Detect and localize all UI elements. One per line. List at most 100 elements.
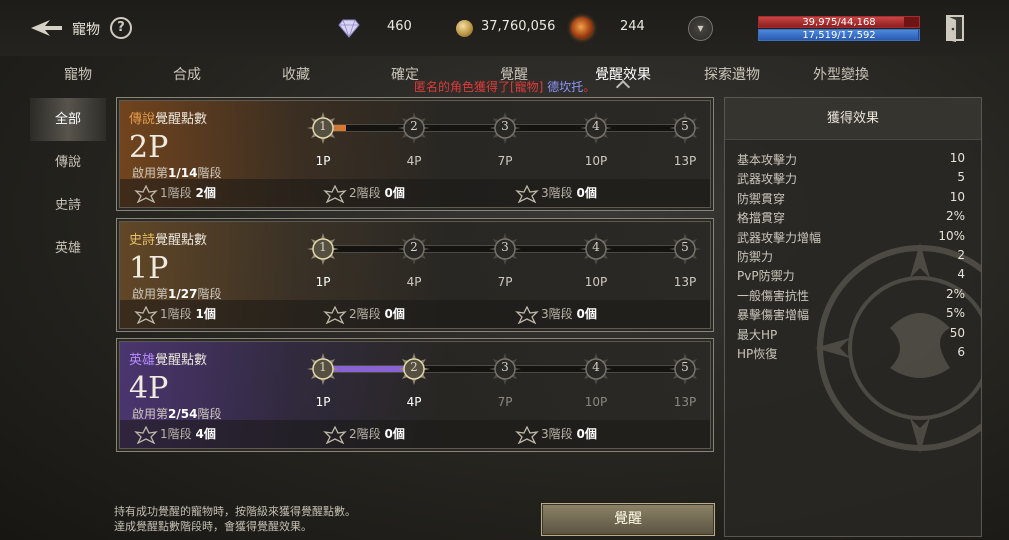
awaken-crest-icon [323, 184, 347, 203]
tier-label: 3階段 [541, 307, 573, 321]
stage-node-number: 2 [410, 119, 418, 133]
tier-count: 0個 [576, 186, 597, 200]
effect-value: 10 [949, 151, 965, 165]
card-title-text: 覺醒點數 [155, 112, 208, 127]
awaken-progress: 1 1P 2 4P 3 7P 4 10P 5 13P [303, 233, 703, 293]
stage-node-number: 1 [319, 119, 327, 133]
tier-count-3: 3階段 0個 [515, 184, 597, 203]
filter-epic[interactable]: 史詩 [30, 184, 106, 227]
tab-appearance[interactable]: 外型變換 [813, 64, 869, 84]
effect-value: 5 [957, 170, 965, 185]
stage-point-label: 1P [315, 154, 331, 168]
filter-all[interactable]: 全部 [30, 98, 106, 141]
orb-count: 244 [620, 19, 645, 34]
tier-row: 1階段 1個 2階段 0個 3階段 0個 [120, 300, 710, 328]
stage-value: 1/14 [168, 166, 198, 180]
tab-explore-relic[interactable]: 探索遺物 [704, 64, 760, 84]
awaken-progress: 1 1P 2 4P 3 7P 4 10P 5 13P [303, 112, 703, 172]
tier-count: 0個 [576, 427, 597, 441]
help-note-line1: 持有成功覺醒的寵物時，按階級來獲得覺醒點數。 [114, 505, 356, 518]
awaken-progress: 1 1P 2 4P 3 7P 4 10P 5 13P [303, 353, 703, 413]
effect-row: 防禦力 2 [737, 248, 965, 265]
notice-text: 匿名的角色獲得了[寵物] [414, 80, 544, 94]
tier-count-3: 3階段 0個 [515, 305, 597, 324]
gold-count: 37,760,056 [481, 19, 556, 34]
effect-row: 基本攻擊力 10 [737, 151, 965, 168]
awaken-crest-icon [134, 305, 158, 324]
page-title: 寵物 [72, 22, 100, 38]
stage-node: 1 [307, 112, 339, 144]
diamond-icon [338, 19, 360, 38]
tier-count: 4個 [195, 427, 216, 441]
effect-value: 2 [957, 248, 965, 262]
back-button[interactable] [28, 14, 64, 42]
stage-node-number: 4 [592, 360, 600, 374]
stage-point-label: 10P [584, 395, 608, 409]
effect-row: 防禦貫穿 10 [737, 190, 965, 207]
tier-count: 0個 [576, 307, 597, 321]
stage-node: 4 [580, 233, 612, 265]
card-points: 2P [129, 130, 169, 165]
tab-collection[interactable]: 收藏 [282, 64, 310, 84]
tier-count: 0個 [384, 307, 405, 321]
stage-value: 1/27 [168, 287, 198, 301]
stage-node-number: 5 [681, 119, 689, 133]
stage-prefix: 啟用第 [132, 166, 169, 180]
awaken-button[interactable]: 覺醒 [541, 503, 715, 536]
tier-label: 2階段 [349, 307, 381, 321]
stage-prefix: 啟用第 [132, 287, 169, 301]
tier-count-2: 2階段 0個 [323, 425, 405, 444]
tier-count-3: 3階段 0個 [515, 425, 597, 444]
effect-row: 格擋貫穿 2% [737, 209, 965, 226]
effect-name: 基本攻擊力 [737, 153, 798, 167]
tier-row: 1階段 4個 2階段 0個 3階段 0個 [120, 420, 710, 448]
filter-legend[interactable]: 傳說 [30, 141, 106, 184]
stage-point-label: 1P [315, 275, 331, 289]
stage-suffix: 階段 [197, 287, 222, 301]
card-title-text: 覺醒點數 [155, 353, 208, 368]
stage-point-label: 4P [406, 275, 422, 289]
stage-node: 4 [580, 112, 612, 144]
effect-name: 一般傷害抗性 [737, 288, 810, 303]
hp-bar: 39,975/44,168 [758, 16, 920, 28]
tier-count-1: 1階段 1個 [134, 305, 216, 324]
top-bar: 寵物 ? 460 37,760,056 244 ▾ 39,975/44,168 … [0, 0, 1009, 56]
legend-awaken-card: 傳說覺醒點數 2P 啟用第1/14階段 1 1P 2 4P 3 7P 4 10P 5 13P 1階… [116, 97, 714, 211]
tier-label: 2階段 [349, 186, 381, 200]
effect-value: 6 [957, 345, 965, 359]
effect-name: 武器攻擊力 [737, 172, 798, 187]
card-points: 4P [129, 371, 169, 406]
stage-node-number: 3 [501, 119, 509, 133]
tier-count-2: 2階段 0個 [323, 184, 405, 203]
stage-node: 5 [669, 353, 701, 385]
help-button[interactable]: ? [110, 17, 132, 39]
awaken-crest-icon [515, 305, 539, 324]
stage-node: 3 [489, 233, 521, 265]
hp-text: 39,975/44,168 [802, 17, 876, 28]
grade-filter: 全部 傳說 史詩 英雄 [30, 98, 106, 270]
card-grade: 傳說 [129, 112, 156, 127]
stage-node: 2 [398, 233, 430, 265]
stage-node: 4 [580, 353, 612, 385]
tab-pet[interactable]: 寵物 [64, 64, 92, 84]
help-note-line2: 達成覺醒點數階段時，會獲得覺醒效果。 [114, 520, 312, 533]
effect-value: 10 [949, 189, 965, 204]
tier-label: 3階段 [541, 186, 573, 200]
tier-label: 2階段 [349, 427, 381, 441]
awaken-crest-icon [515, 184, 539, 203]
tier-count-2: 2階段 0個 [323, 305, 405, 324]
tier-row: 1階段 2個 2階段 0個 3階段 0個 [120, 179, 710, 207]
tab-fusion[interactable]: 合成 [173, 64, 201, 84]
tier-label: 3階段 [541, 427, 573, 441]
system-notice: 匿名的角色獲得了[寵物] 德坎托。 [414, 78, 595, 95]
effect-row: 一般傷害抗性 2% [737, 287, 965, 304]
fire-orb-icon [571, 17, 593, 39]
dropdown-button[interactable]: ▾ [688, 16, 713, 41]
effect-value: 2% [945, 209, 965, 224]
effect-value: 10% [938, 228, 965, 243]
filter-hero[interactable]: 英雄 [30, 227, 106, 270]
effect-value: 2% [945, 286, 965, 301]
exit-button[interactable] [942, 14, 968, 42]
stage-point-label: 4P [406, 395, 422, 409]
stage-point-label: 4P [406, 154, 422, 168]
